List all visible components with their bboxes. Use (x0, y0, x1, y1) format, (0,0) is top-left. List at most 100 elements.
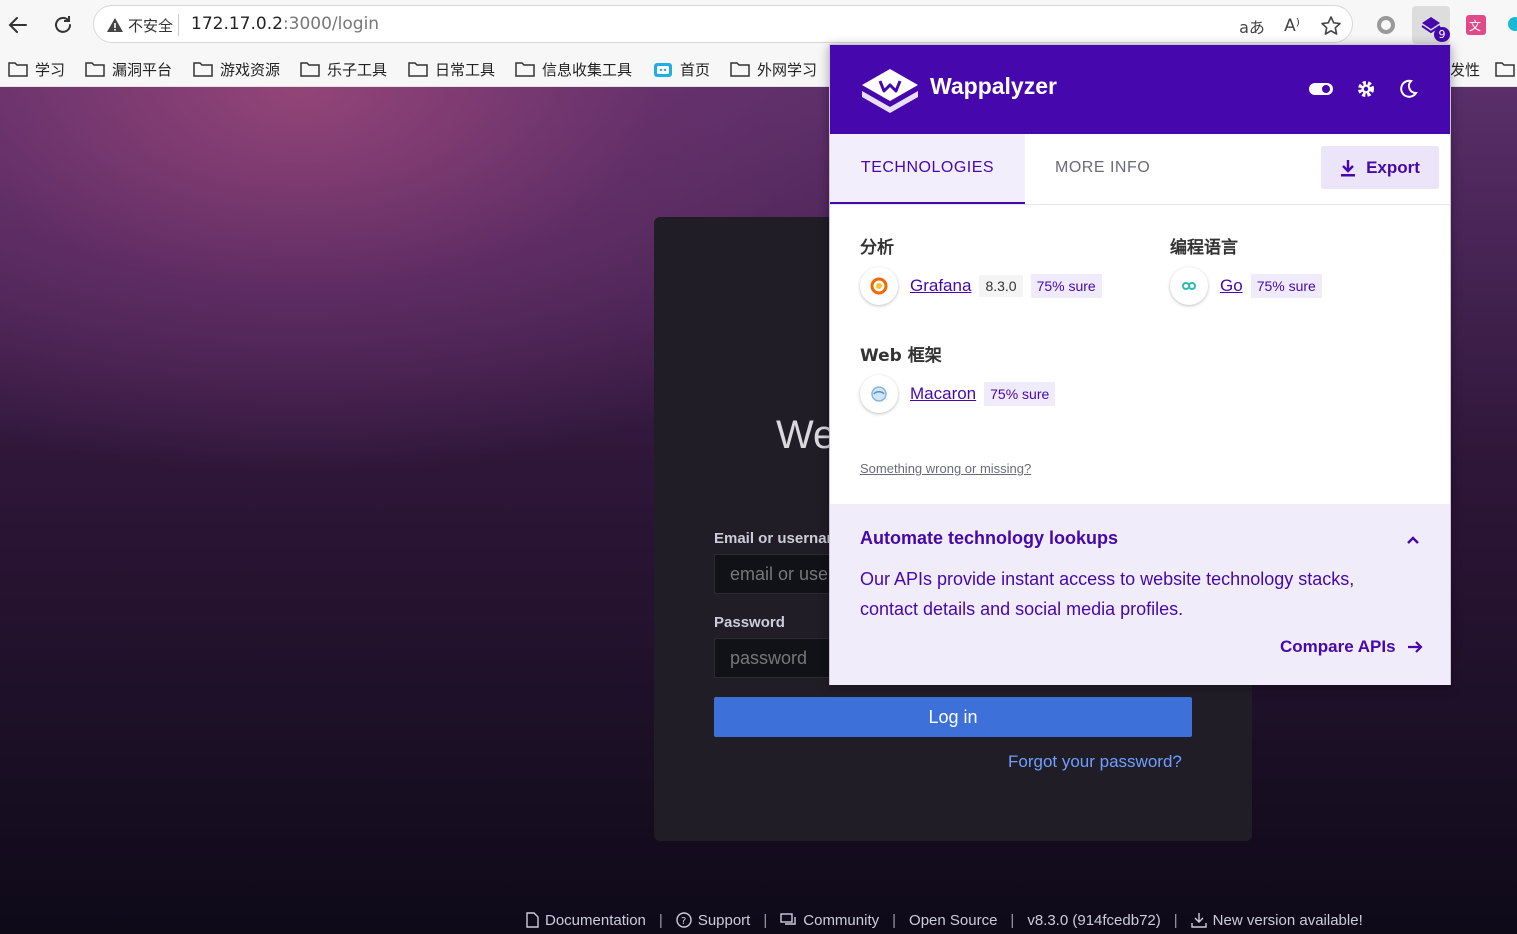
bookmark-label: 发性 (1450, 60, 1481, 79)
macaron-icon (860, 375, 898, 413)
collapse-button[interactable] (1406, 530, 1420, 549)
welcome-heading: We (776, 413, 836, 457)
chevron-up-icon (1407, 536, 1419, 544)
download-icon (1341, 159, 1356, 176)
download-icon (1190, 913, 1207, 928)
url-text[interactable]: 172.17.0.2:3000/login (191, 14, 379, 34)
bookmark-label: 日常工具 (435, 60, 496, 79)
star-icon (1321, 16, 1341, 35)
url-path: :3000/login (282, 14, 380, 34)
category-title: 编程语言 (1170, 238, 1238, 258)
documentation-link[interactable]: Documentation (525, 912, 646, 929)
folder-icon (193, 62, 213, 77)
new-version-link[interactable]: New version available! (1190, 911, 1363, 929)
folder-icon (85, 62, 105, 77)
url-host: 172.17.0.2 (191, 14, 283, 34)
divider (178, 14, 179, 36)
community-link[interactable]: Community (780, 912, 879, 929)
export-button[interactable]: Export (1321, 146, 1439, 189)
technology-item: Macaron 75% sure (860, 375, 1056, 413)
browser-toolbar: 不安全 172.17.0.2:3000/login aあ A⁾ 9 文 (0, 0, 1517, 50)
wappalyzer-extension-button[interactable]: 9 (1412, 6, 1450, 44)
bookmark-folder[interactable]: 外网学习 (730, 57, 817, 81)
bookmark-folder[interactable]: 学习 (8, 57, 65, 81)
footer-separator: | (892, 911, 897, 929)
export-label: Export (1366, 157, 1420, 177)
bookmark-label: 乐子工具 (327, 60, 388, 79)
reload-button[interactable] (45, 7, 81, 43)
tab-technologies[interactable]: TECHNOLOGIES (830, 134, 1025, 204)
bookmark-folder[interactable]: 发性 (1450, 57, 1515, 81)
technology-item: Go 75% sure (1170, 267, 1322, 305)
translate-extension-icon: 文 (1466, 15, 1486, 35)
folder-icon (8, 62, 28, 77)
bookmark-folder[interactable]: 信息收集工具 (515, 57, 632, 81)
read-aloud-button[interactable]: A⁾ (1279, 13, 1305, 39)
extension-edge-icon[interactable] (1508, 17, 1517, 31)
address-bar[interactable]: 不安全 172.17.0.2:3000/login aあ A⁾ (93, 5, 1353, 43)
moon-icon (1400, 79, 1418, 98)
svg-text:文: 文 (1469, 18, 1481, 33)
document-icon (526, 912, 539, 928)
email-label: Email or usernam (714, 530, 840, 547)
confidence-badge: 75% sure (984, 382, 1056, 406)
support-link[interactable]: ? Support (676, 911, 751, 929)
dark-mode-button[interactable] (1398, 79, 1418, 103)
support-label: Support (697, 911, 751, 929)
version-text: v8.3.0 (914fcedb72) (1027, 911, 1161, 929)
wappalyzer-brand: Wappalyzer (930, 73, 1057, 99)
category-title: 分析 (860, 238, 894, 258)
bookmark-folder[interactable]: 乐子工具 (300, 57, 387, 81)
wappalyzer-header: Wappalyzer (830, 45, 1450, 134)
arrow-left-icon (8, 17, 27, 33)
footer-separator: | (763, 911, 768, 929)
footer-separator: | (1173, 911, 1178, 929)
open-source-link[interactable]: Open Source (909, 912, 997, 929)
technology-item: Grafana 8.3.0 75% sure (860, 267, 1102, 305)
bookmark-label: 首页 (680, 60, 711, 79)
new-version-label: New version available! (1212, 911, 1363, 929)
footer-separator: | (1010, 911, 1015, 929)
bookmark-label: 外网学习 (757, 60, 818, 79)
arrow-right-icon (1407, 641, 1423, 653)
forgot-password-link[interactable]: Forgot your password? (1008, 752, 1182, 772)
wappalyzer-logo-icon (862, 69, 918, 113)
category-title: Web 框架 (860, 346, 942, 366)
translate-button[interactable]: aあ (1239, 13, 1265, 39)
favorite-button[interactable] (1318, 13, 1344, 39)
bookmark-folder[interactable]: 漏洞平台 (85, 57, 172, 81)
enable-toggle[interactable] (1308, 81, 1334, 101)
bookmark-label: 漏洞平台 (112, 60, 173, 79)
comments-icon (780, 912, 796, 925)
bookmark-folder[interactable]: 日常工具 (408, 57, 495, 81)
translate-extension-button[interactable]: 文 (1460, 9, 1492, 41)
extension-badge: 9 (1434, 27, 1450, 42)
email-placeholder: email or user (730, 563, 835, 584)
grafana-icon (860, 267, 898, 305)
settings-button[interactable] (1356, 79, 1376, 103)
security-label[interactable]: 不安全 (128, 15, 173, 36)
technology-link[interactable]: Go (1220, 276, 1243, 296)
back-button[interactable] (0, 7, 36, 43)
documentation-label: Documentation (545, 911, 646, 929)
login-button[interactable]: Log in (714, 697, 1192, 737)
svg-text:?: ? (681, 916, 686, 927)
extension-button[interactable] (1370, 9, 1402, 41)
folder-icon (730, 62, 750, 77)
footer: Documentation | ? Support | Community | O… (525, 909, 1363, 931)
bookmark-folder[interactable]: 游戏资源 (193, 57, 280, 81)
promo-title[interactable]: Automate technology lookups (860, 528, 1118, 549)
bookmark-label: 学习 (35, 60, 66, 79)
translate-icon: aあ (1239, 18, 1265, 37)
warning-icon (107, 18, 123, 32)
tab-more-info[interactable]: MORE INFO (1055, 134, 1150, 202)
question-circle-icon: ? (676, 912, 692, 928)
confidence-badge: 75% sure (1030, 274, 1102, 298)
folder-icon (408, 62, 428, 77)
report-issue-link[interactable]: Something wrong or missing? (860, 461, 1031, 476)
gear-icon (1358, 81, 1374, 97)
technology-link[interactable]: Grafana (910, 276, 971, 296)
technology-link[interactable]: Macaron (910, 384, 976, 404)
bookmark-link[interactable]: 首页 (653, 57, 710, 81)
compare-apis-link[interactable]: Compare APIs (1280, 637, 1424, 657)
